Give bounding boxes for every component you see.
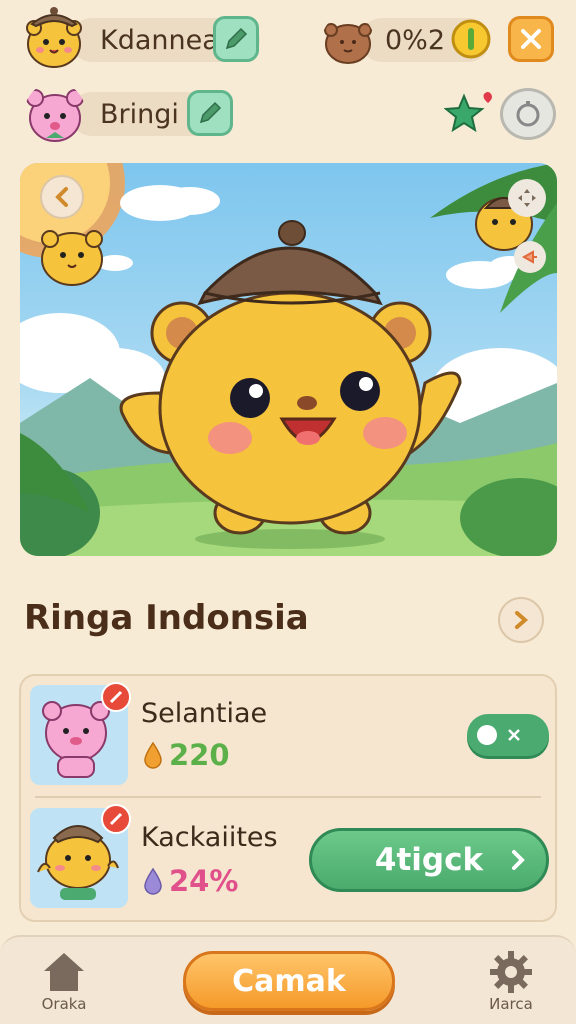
player2-name: Bringi [100,98,179,130]
item-action-label: 4tigck [374,842,484,878]
scene-back-button[interactable] [40,175,84,219]
gear-icon [490,951,532,993]
toggle-knob [477,725,497,745]
item-value: 220 [143,738,230,772]
slash-icon [109,690,123,704]
item-list: Selantiae 220 Kackaiites 24% 4tigck [19,674,557,922]
player2-avatar[interactable] [24,82,86,146]
close-button[interactable] [508,16,554,62]
item-toggle[interactable] [467,714,549,756]
scene-pin-button[interactable] [514,241,546,273]
item-value-text: 220 [169,738,230,772]
pin-icon [521,250,537,264]
coin-icon [451,19,491,59]
minus-icon [109,812,123,826]
list-divider [35,796,541,798]
scene-move-button[interactable] [508,179,546,217]
item-value-text: 24% [169,864,239,898]
timer-button[interactable] [500,88,556,140]
x-icon [508,729,520,741]
close-icon [521,29,541,49]
progress-text: 0%2 [384,24,445,56]
item-value: 24% [143,864,238,898]
item-remove-badge[interactable] [101,804,131,834]
timer-icon [516,101,540,127]
pencil-icon [199,101,222,124]
player1-edit-button[interactable] [213,16,259,62]
pet-scene [20,163,557,556]
player1-name: Kdannea [100,24,219,56]
home-icon [44,953,84,991]
main-action-button[interactable]: Camak [183,951,395,1011]
bottom-nav: Oraka Camak Иarca [0,935,576,1024]
nav-home-label: Oraka [41,995,87,1013]
chevron-right-icon [512,850,525,870]
player2-edit-button[interactable] [187,90,233,136]
item-name: Kackaiites [141,822,278,853]
nav-settings-label: Иarca [489,995,533,1013]
nav-home[interactable]: Oraka [40,949,88,1013]
scene-artwork [20,163,557,556]
item-action-button[interactable]: 4tigck [309,828,549,892]
main-action-label: Camak [232,963,346,999]
chevron-left-icon [55,187,68,207]
chevron-right-icon [515,611,529,629]
drop-icon [144,741,162,769]
item-remove-badge[interactable] [101,682,131,712]
pet-avatar-brown[interactable] [322,14,374,66]
item-name: Selantiae [141,698,268,729]
move-icon [518,189,536,207]
star-heart-icon[interactable] [444,90,496,138]
section-title: Ringa Indonsia [24,598,309,638]
player1-avatar[interactable] [22,4,86,70]
section-next-button[interactable] [498,597,544,643]
pencil-icon [225,27,248,50]
water-drop-icon [144,867,162,895]
nav-settings[interactable]: Иarca [488,949,534,1013]
